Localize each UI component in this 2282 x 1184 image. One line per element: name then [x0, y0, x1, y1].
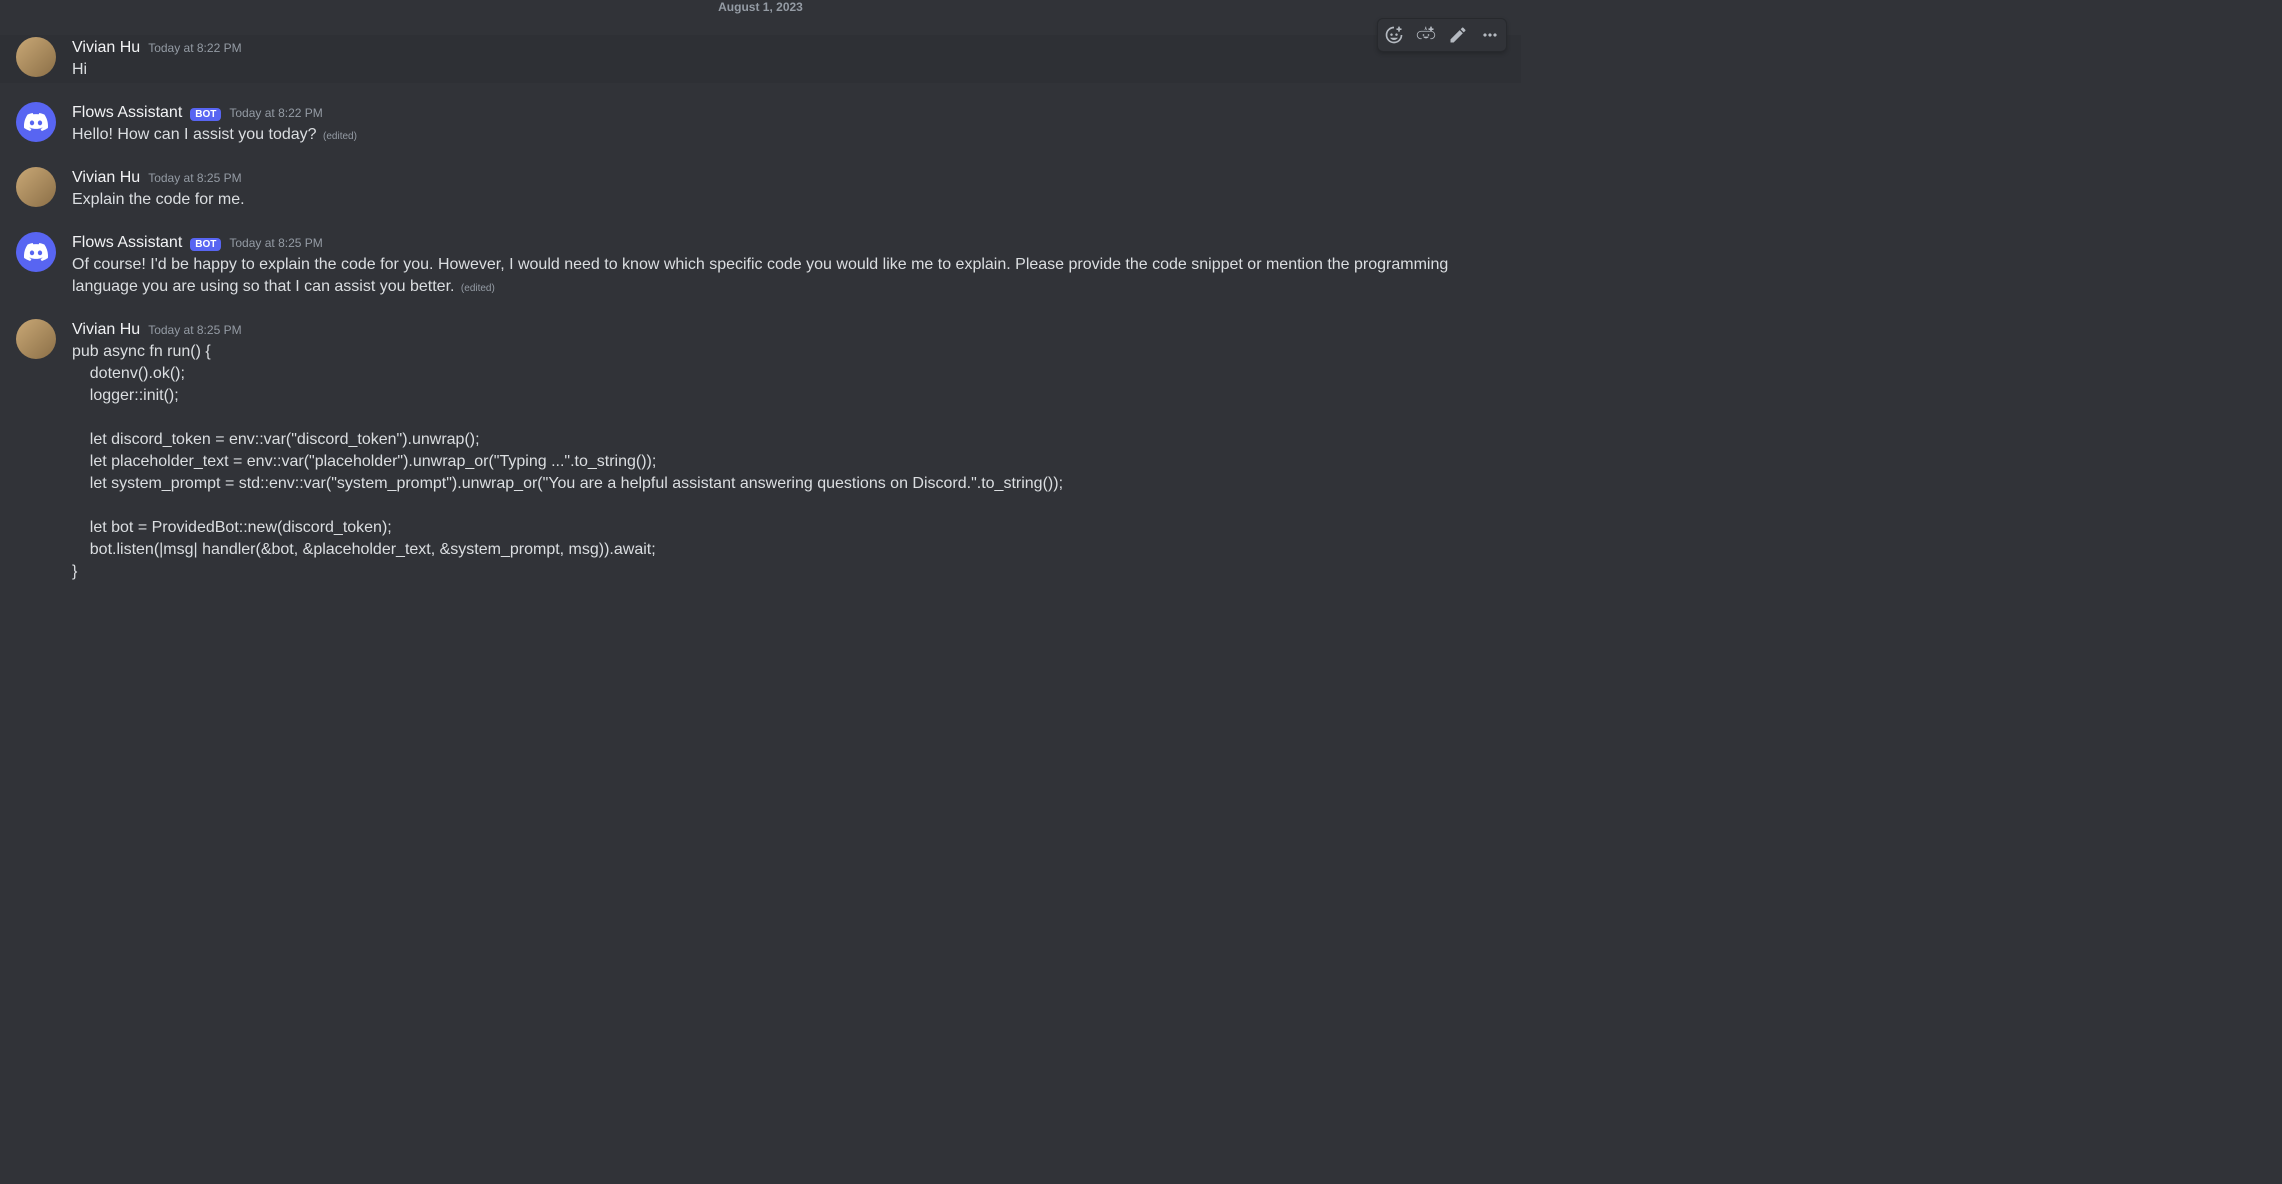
- bot-tag: BOT: [190, 238, 221, 251]
- message-timestamp: Today at 8:25 PM: [148, 323, 241, 337]
- username[interactable]: Vivian Hu: [72, 167, 140, 189]
- date-divider-label: August 1, 2023: [718, 0, 803, 14]
- message-group: Vivian Hu Today at 8:22 PM Hi: [0, 35, 1521, 83]
- username[interactable]: Flows Assistant: [72, 102, 182, 124]
- message-toolbar: [1377, 18, 1507, 52]
- avatar[interactable]: [16, 232, 56, 272]
- date-divider: August 1, 2023: [0, 0, 1521, 18]
- avatar[interactable]: [16, 102, 56, 142]
- avatar[interactable]: [16, 167, 56, 207]
- edited-label: (edited): [323, 131, 357, 142]
- message-timestamp: Today at 8:25 PM: [148, 171, 241, 185]
- super-reaction-button[interactable]: [1410, 19, 1442, 51]
- message-content: Of course! I'd be happy to explain the c…: [72, 254, 1473, 298]
- message-group: Flows Assistant BOT Today at 8:22 PM Hel…: [0, 100, 1521, 148]
- avatar[interactable]: [16, 319, 56, 359]
- message-group: Vivian Hu Today at 8:25 PM pub async fn …: [0, 317, 1521, 585]
- message-timestamp: Today at 8:25 PM: [229, 236, 322, 250]
- message-content: pub async fn run() { dotenv().ok(); logg…: [72, 341, 1473, 583]
- username[interactable]: Vivian Hu: [72, 37, 140, 59]
- message-timestamp: Today at 8:22 PM: [148, 41, 241, 55]
- edited-label: (edited): [461, 283, 495, 294]
- message-header: Flows Assistant BOT Today at 8:22 PM: [72, 102, 1473, 124]
- message-header: Flows Assistant BOT Today at 8:25 PM: [72, 232, 1473, 254]
- message-header: Vivian Hu Today at 8:25 PM: [72, 167, 1473, 189]
- more-button[interactable]: [1474, 19, 1506, 51]
- message-content: Hello! How can I assist you today? (edit…: [72, 124, 1473, 146]
- message-content: Explain the code for me.: [72, 189, 1473, 211]
- avatar[interactable]: [16, 37, 56, 77]
- bot-tag: BOT: [190, 108, 221, 121]
- edit-button[interactable]: [1442, 19, 1474, 51]
- message-group: Flows Assistant BOT Today at 8:25 PM Of …: [0, 230, 1521, 300]
- username[interactable]: Vivian Hu: [72, 319, 140, 341]
- message-timestamp: Today at 8:22 PM: [229, 106, 322, 120]
- message-content: Hi: [72, 59, 1473, 81]
- message-header: Vivian Hu Today at 8:25 PM: [72, 319, 1473, 341]
- message-header: Vivian Hu Today at 8:22 PM: [72, 37, 1473, 59]
- username[interactable]: Flows Assistant: [72, 232, 182, 254]
- message-group: Vivian Hu Today at 8:25 PM Explain the c…: [0, 165, 1521, 213]
- add-reaction-button[interactable]: [1378, 19, 1410, 51]
